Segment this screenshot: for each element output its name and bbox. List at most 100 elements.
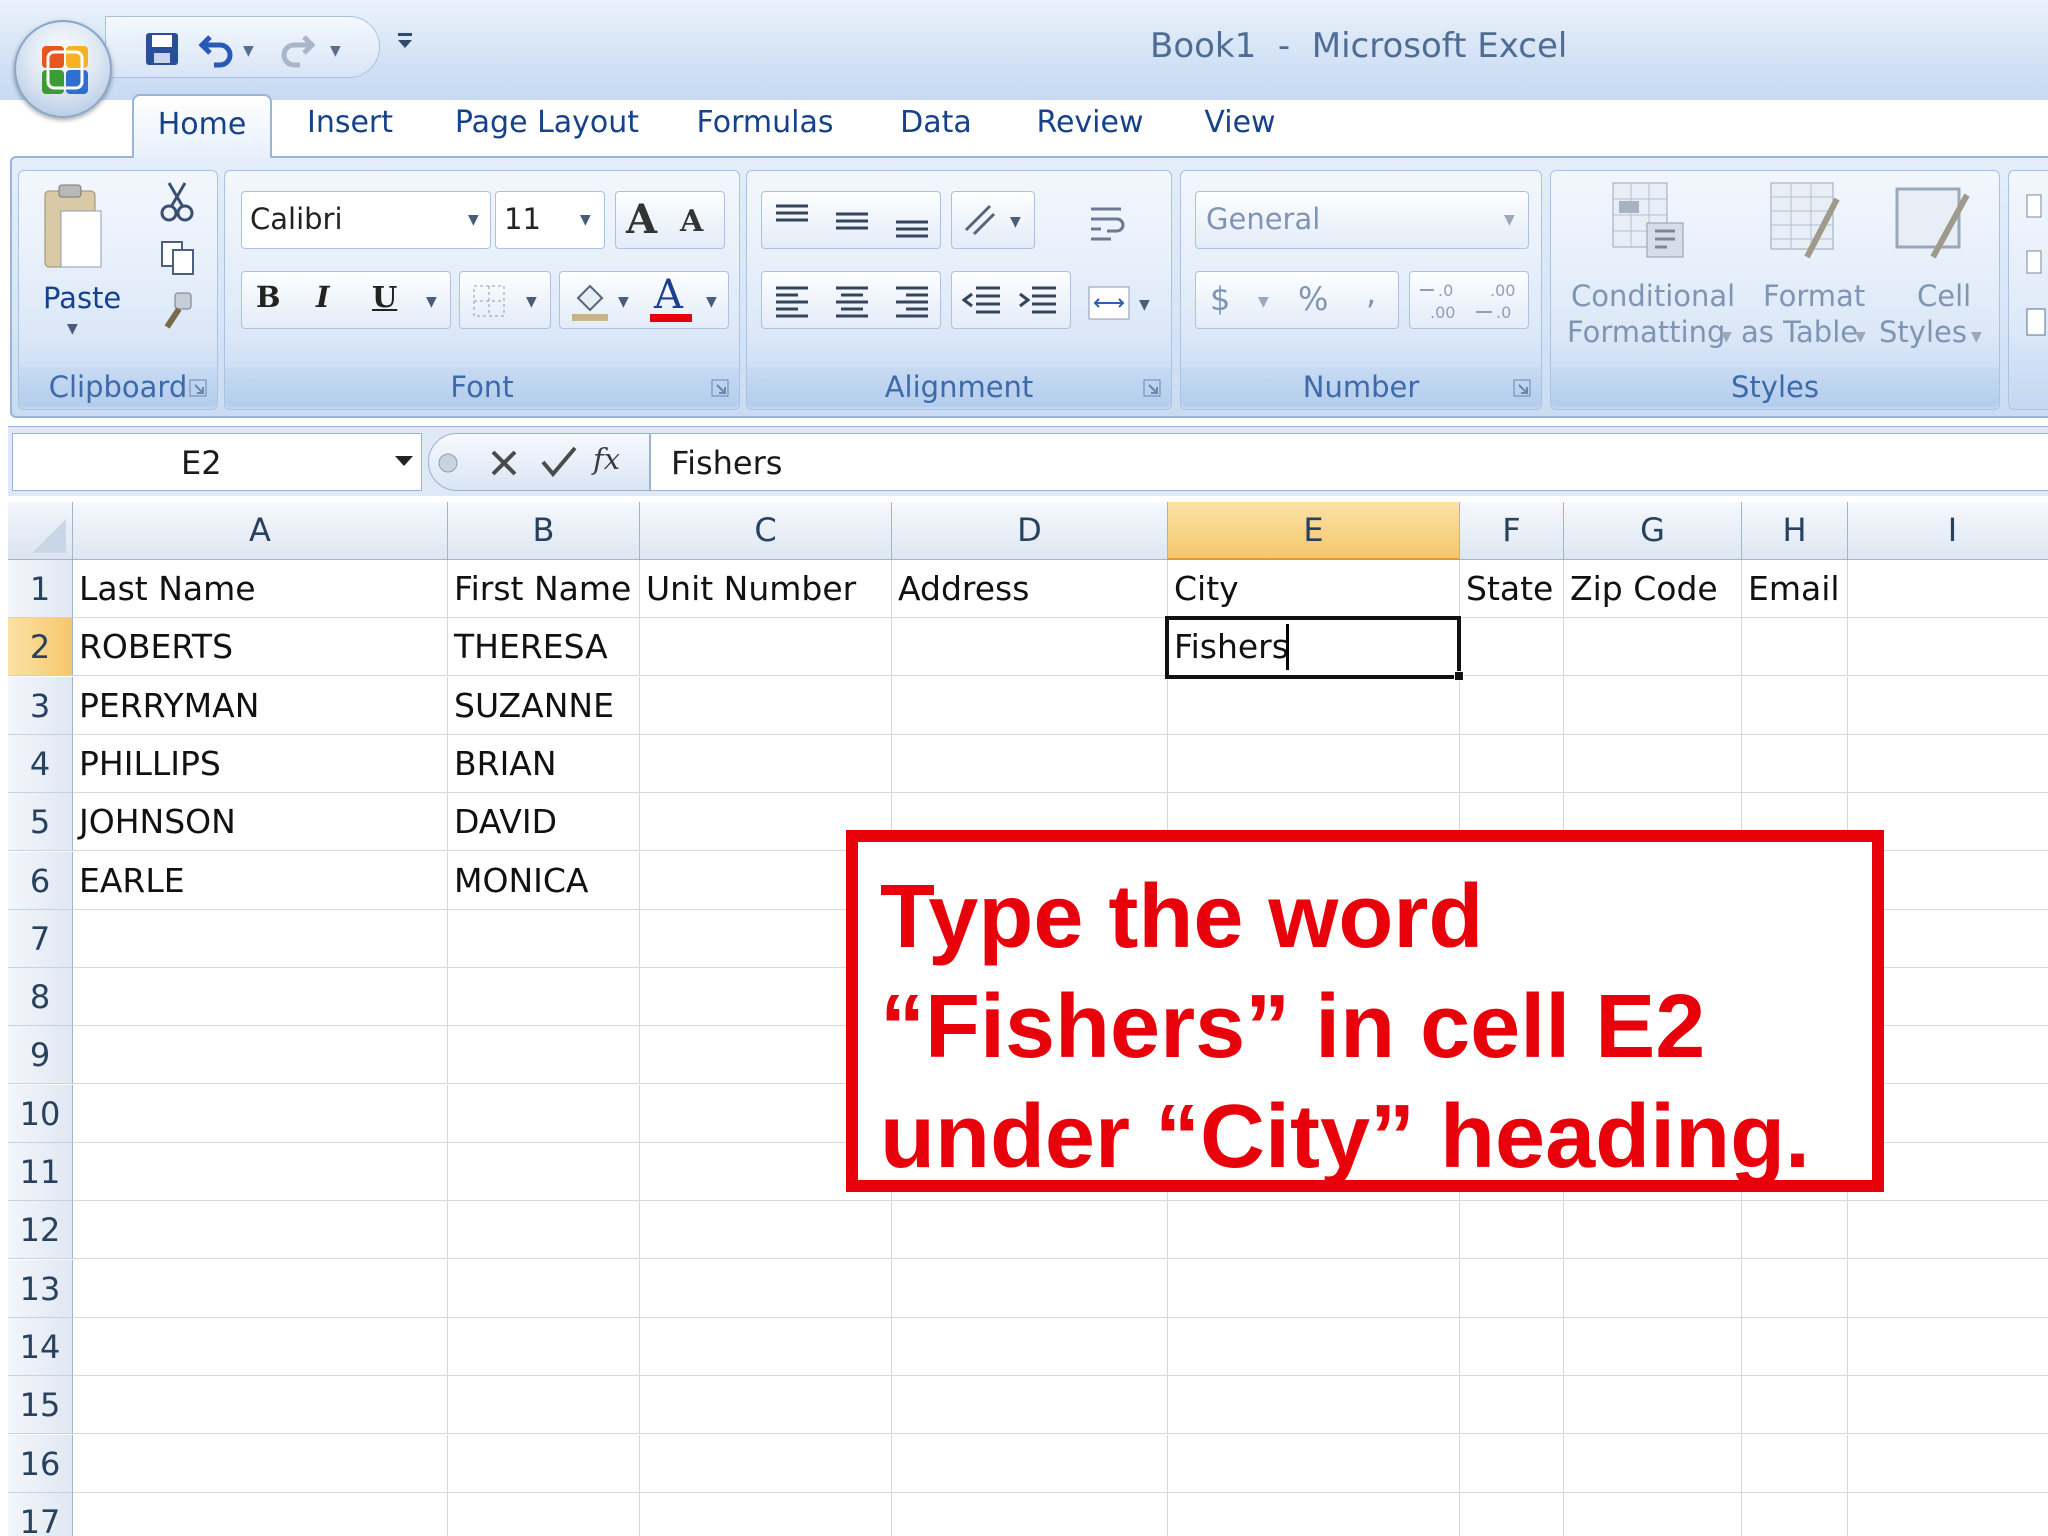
font-color-icon[interactable]: A: [654, 272, 683, 318]
underline-dropdown-icon[interactable]: ▼: [426, 294, 437, 310]
row-header-14[interactable]: 14: [8, 1317, 73, 1376]
undo-dropdown-icon[interactable]: ▼: [243, 43, 254, 59]
cell-c1[interactable]: Unit Number: [640, 560, 892, 618]
percent-icon[interactable]: %: [1298, 280, 1328, 318]
cell-b13[interactable]: [448, 1259, 640, 1318]
cell-c13[interactable]: [640, 1259, 892, 1318]
row-header-9[interactable]: 9: [8, 1026, 73, 1085]
cell-b2[interactable]: THERESA: [448, 618, 640, 677]
fill-color-dropdown-icon[interactable]: ▼: [618, 294, 629, 310]
cell-g15[interactable]: [1564, 1376, 1742, 1435]
cell-f13[interactable]: [1460, 1259, 1564, 1318]
top-align-icon[interactable]: [772, 200, 812, 240]
cell-d14[interactable]: [892, 1317, 1168, 1376]
cell-i16[interactable]: [1848, 1435, 2048, 1493]
underline-icon[interactable]: U: [372, 280, 397, 314]
cell-h12[interactable]: [1742, 1201, 1848, 1260]
column-header-c[interactable]: C: [640, 502, 892, 560]
increase-indent-icon[interactable]: [1016, 280, 1060, 320]
cell-b9[interactable]: [448, 1026, 640, 1085]
cell-styles-button[interactable]: Cell Styles ▼: [1873, 171, 1993, 367]
cell-a6[interactable]: EARLE: [73, 851, 448, 910]
row-header-16[interactable]: 16: [8, 1434, 73, 1493]
row-header-11[interactable]: 11: [8, 1143, 73, 1201]
select-all-button[interactable]: [8, 502, 73, 560]
cell-f15[interactable]: [1460, 1376, 1564, 1435]
column-header-d[interactable]: D: [892, 502, 1168, 560]
font-size-select[interactable]: 11 ▼: [495, 191, 605, 249]
cell-a4[interactable]: PHILLIPS: [73, 734, 448, 793]
column-header-e[interactable]: E: [1168, 502, 1460, 560]
cell-b15[interactable]: [448, 1376, 640, 1435]
cell-e15[interactable]: [1168, 1376, 1460, 1435]
align-right-icon[interactable]: [892, 280, 932, 320]
row-header-3[interactable]: 3: [8, 676, 73, 735]
cell-a9[interactable]: [73, 1026, 448, 1085]
orientation-button[interactable]: ▼: [951, 191, 1035, 249]
cell-b5[interactable]: DAVID: [448, 793, 640, 852]
cell-g16[interactable]: [1564, 1434, 1742, 1493]
font-name-select[interactable]: Calibri ▼: [241, 191, 491, 249]
orientation-dropdown-icon[interactable]: ▼: [1010, 214, 1021, 230]
align-center-icon[interactable]: [832, 280, 872, 320]
cell-e14[interactable]: [1168, 1317, 1460, 1376]
cell-d15[interactable]: [892, 1376, 1168, 1435]
row-header-10[interactable]: 10: [8, 1084, 73, 1143]
cell-f16[interactable]: [1460, 1434, 1564, 1493]
cell-e12[interactable]: [1168, 1201, 1460, 1260]
format-as-table-button[interactable]: Format as Table ▼: [1737, 171, 1867, 367]
formula-input[interactable]: Fishers: [650, 433, 2048, 491]
align-left-icon[interactable]: [772, 280, 812, 320]
cell-styles-dropdown-icon[interactable]: ▼: [1971, 329, 1982, 345]
row-header-2[interactable]: 2: [8, 618, 73, 677]
currency-icon[interactable]: $: [1210, 280, 1230, 318]
decrease-indent-icon[interactable]: [960, 280, 1004, 320]
font-size-dropdown-icon[interactable]: ▼: [580, 212, 591, 228]
alignment-launcher-icon[interactable]: [1143, 379, 1161, 397]
cell-c12[interactable]: [640, 1201, 892, 1260]
cell-b8[interactable]: [448, 968, 640, 1027]
cell-c4[interactable]: [640, 734, 892, 793]
borders-dropdown-icon[interactable]: ▼: [526, 294, 537, 310]
number-launcher-icon[interactable]: [1513, 379, 1531, 397]
cut-icon[interactable]: [159, 181, 195, 223]
cell-i2[interactable]: [1848, 618, 2048, 677]
cell-h3[interactable]: [1742, 676, 1848, 735]
row-header-17[interactable]: 17: [8, 1492, 73, 1536]
column-header-h[interactable]: H: [1742, 502, 1848, 560]
cancel-icon[interactable]: [487, 446, 521, 480]
cell-g17[interactable]: [1564, 1492, 1742, 1536]
font-name-dropdown-icon[interactable]: ▼: [468, 212, 479, 228]
cell-e13[interactable]: [1168, 1259, 1460, 1318]
shrink-font-icon[interactable]: A: [680, 204, 703, 239]
cell-g2[interactable]: [1564, 618, 1742, 677]
format-painter-icon[interactable]: [159, 291, 197, 331]
cell-f14[interactable]: [1460, 1317, 1564, 1376]
fill-handle[interactable]: [1454, 670, 1464, 681]
cell-d17[interactable]: [892, 1492, 1168, 1536]
cell-i15[interactable]: [1848, 1376, 2048, 1435]
cell-e4[interactable]: [1168, 734, 1460, 793]
bottom-align-icon[interactable]: [892, 200, 932, 240]
cell-b1[interactable]: First Name: [448, 560, 640, 618]
cell-f12[interactable]: [1460, 1201, 1564, 1260]
cell-e3[interactable]: [1168, 676, 1460, 735]
cell-f17[interactable]: [1460, 1492, 1564, 1536]
decrease-decimal-icon[interactable]: .00.0: [1472, 278, 1522, 324]
cell-a7[interactable]: [73, 909, 448, 968]
conditional-formatting-button[interactable]: Conditional Formatting ▼: [1555, 171, 1735, 367]
row-header-12[interactable]: 12: [8, 1201, 73, 1260]
cell-a1[interactable]: Last Name: [73, 560, 448, 618]
clipboard-launcher-icon[interactable]: [189, 379, 207, 397]
cell-a10[interactable]: [73, 1084, 448, 1143]
cell-b6[interactable]: MONICA: [448, 851, 640, 910]
cell-g4[interactable]: [1564, 734, 1742, 793]
cell-f3[interactable]: [1460, 676, 1564, 735]
merge-center-icon[interactable]: [1087, 283, 1131, 323]
paste-dropdown-icon[interactable]: ▼: [67, 321, 78, 337]
cell-b3[interactable]: SUZANNE: [448, 676, 640, 735]
italic-icon[interactable]: I: [316, 280, 330, 314]
tab-formulas[interactable]: Formulas: [690, 94, 840, 158]
cell-i13[interactable]: [1848, 1260, 2048, 1318]
cell-a2[interactable]: ROBERTS: [73, 618, 448, 677]
